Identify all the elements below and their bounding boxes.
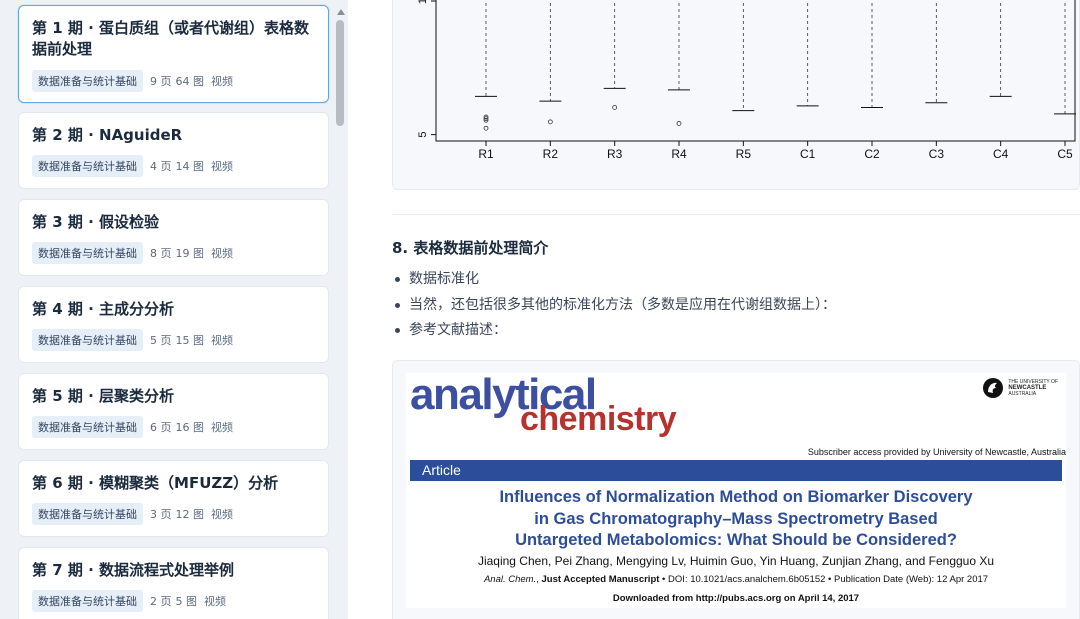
episode-card[interactable]: 第 6 期 · 模糊聚类（MFUZZ）分析数据准备与统计基础 3 页 12 图视频 bbox=[18, 460, 329, 537]
episode-card[interactable]: 第 5 期 · 层聚类分析数据准备与统计基础 6 页 16 图视频 bbox=[18, 373, 329, 450]
university-line3: AUSTRALIA bbox=[1008, 391, 1037, 397]
video-label: 视频 bbox=[204, 595, 226, 608]
main-content: 5 1 R1 R2 R3 R4 R5 C1 C2 C3 C4 C5 8. 表格数据前处理简介 数据标准… bbox=[366, 0, 1080, 619]
page-count: 4 页 bbox=[150, 160, 172, 173]
x-tick-label: C2 bbox=[864, 147, 880, 161]
figure-count: 5 图 bbox=[175, 595, 198, 608]
episode-title: 第 3 期 · 假设检验 bbox=[32, 213, 160, 231]
page-count: 8 页 bbox=[150, 247, 172, 260]
episode-card[interactable]: 第 2 期 · NAguideR 数据准备与统计基础 4 页 14 图视频 bbox=[18, 112, 329, 189]
video-label: 视频 bbox=[211, 75, 233, 88]
boxplot-panel: 5 1 R1 R2 R3 R4 R5 C1 C2 C3 C4 C5 bbox=[392, 0, 1080, 190]
category-badge: 数据准备与统计基础 bbox=[32, 70, 143, 92]
citation-details: • DOI: 10.1021/acs.analchem.6b05152 • Pu… bbox=[659, 574, 989, 585]
page-count: 6 页 bbox=[150, 421, 172, 434]
section-divider bbox=[392, 214, 1080, 215]
paper-title-line: Influences of Normalization Method on Bi… bbox=[499, 488, 973, 506]
paper-title-line: Untargeted Metabolomics: What Should be … bbox=[515, 531, 957, 549]
figure-count: 14 图 bbox=[175, 160, 205, 173]
scroll-up-arrow-icon[interactable] bbox=[337, 9, 345, 15]
episode-title: 第 5 期 · 层聚类分析 bbox=[32, 387, 175, 405]
episode-meta: 数据准备与统计基础 5 页 15 图视频 bbox=[32, 329, 233, 351]
page-count: 2 页 bbox=[150, 595, 172, 608]
x-tick-label: R3 bbox=[607, 147, 623, 161]
scrollbar-thumb[interactable] bbox=[336, 20, 344, 126]
bullet-item: 当然，还包括很多其他的标准化方法（多数是应用在代谢组数据上）： bbox=[392, 294, 836, 320]
newcastle-crest-icon bbox=[983, 378, 1004, 398]
category-badge: 数据准备与统计基础 bbox=[32, 416, 143, 438]
episode-meta: 数据准备与统计基础 8 页 19 图视频 bbox=[32, 242, 233, 264]
figure-count: 64 图 bbox=[175, 75, 205, 88]
figure-count: 15 图 bbox=[175, 334, 205, 347]
y-tick-label: 5 bbox=[417, 132, 429, 138]
figure-count: 16 图 bbox=[175, 421, 205, 434]
outlier-point bbox=[483, 125, 489, 131]
episode-title: 第 1 期 · 蛋白质组（或者代谢组）表格数据前处理 bbox=[32, 19, 310, 58]
category-badge: 数据准备与统计基础 bbox=[32, 242, 143, 264]
category-badge: 数据准备与统计基础 bbox=[32, 329, 143, 351]
page-count: 9 页 bbox=[150, 75, 172, 88]
episode-meta: 数据准备与统计基础 4 页 14 图视频 bbox=[32, 155, 233, 177]
episode-meta: 数据准备与统计基础 9 页 64 图视频 bbox=[32, 70, 233, 92]
article-image-panel: analytical chemistry THE UNIVERSITY OF N… bbox=[392, 360, 1080, 619]
boxplot-chart: 5 1 R1 R2 R3 R4 R5 C1 C2 C3 C4 C5 bbox=[417, 0, 1076, 161]
subscriber-note: Subscriber access provided by University… bbox=[807, 447, 1066, 457]
section-title: 8. 表格数据前处理简介 bbox=[392, 239, 549, 257]
episode-meta: 数据准备与统计基础 3 页 12 图视频 bbox=[32, 503, 233, 525]
episode-title: 第 6 期 · 模糊聚类（MFUZZ）分析 bbox=[32, 474, 279, 492]
y-tick-label: 1 bbox=[417, 0, 429, 4]
outlier-point bbox=[612, 105, 618, 110]
x-tick-label: R1 bbox=[478, 147, 494, 161]
download-note: Downloaded from http://pubs.acs.org on A… bbox=[612, 593, 860, 604]
outlier-point bbox=[547, 119, 553, 125]
episode-title: 第 4 期 · 主成分分析 bbox=[32, 300, 175, 318]
citation-journal: Anal. Chem. bbox=[483, 574, 537, 585]
video-label: 视频 bbox=[211, 421, 233, 434]
episode-meta: 数据准备与统计基础 6 页 16 图视频 bbox=[32, 416, 233, 438]
university-logo: THE UNIVERSITY OF NEWCASTLE AUSTRALIA bbox=[982, 377, 1058, 399]
video-label: 视频 bbox=[211, 334, 233, 347]
episode-card[interactable]: 第 1 期 · 蛋白质组（或者代谢组）表格数据前处理数据准备与统计基础 9 页 64… bbox=[18, 5, 329, 103]
article-screenshot: analytical chemistry THE UNIVERSITY OF N… bbox=[406, 373, 1066, 608]
x-tick-label: R2 bbox=[543, 147, 559, 161]
bullet-item: 数据标准化 bbox=[392, 268, 836, 294]
episode-card[interactable]: 第 4 期 · 主成分分析数据准备与统计基础 5 页 15 图视频 bbox=[18, 286, 329, 363]
video-label: 视频 bbox=[211, 247, 233, 260]
episode-meta: 数据准备与统计基础 2 页5 图视频 bbox=[32, 590, 226, 612]
figure-count: 12 图 bbox=[175, 508, 205, 521]
video-label: 视频 bbox=[211, 508, 233, 521]
bullet-list: 数据标准化 当然，还包括很多其他的标准化方法（多数是应用在代谢组数据上）： 参考… bbox=[392, 268, 836, 345]
paper-citation: Anal. Chem., Just Accepted Manuscript • … bbox=[483, 574, 989, 585]
sidebar: 第 1 期 · 蛋白质组（或者代谢组）表格数据前处理数据准备与统计基础 9 页 64… bbox=[0, 0, 348, 619]
x-tick-label: C3 bbox=[929, 147, 945, 161]
video-label: 视频 bbox=[211, 160, 233, 173]
figure-count: 19 图 bbox=[175, 247, 205, 260]
page-count: 3 页 bbox=[150, 508, 172, 521]
journal-logo-word2: chemistry bbox=[520, 400, 677, 438]
episode-card[interactable]: 第 7 期 · 数据流程式处理举例数据准备与统计基础 2 页5 图视频 bbox=[18, 547, 329, 619]
x-tick-label: C1 bbox=[800, 147, 816, 161]
category-badge: 数据准备与统计基础 bbox=[32, 590, 143, 612]
paper-title-line: in Gas Chromatography–Mass Spectrometry … bbox=[534, 509, 938, 528]
outlier-point bbox=[676, 121, 682, 126]
x-tick-label: R4 bbox=[671, 147, 687, 161]
category-badge: 数据准备与统计基础 bbox=[32, 155, 143, 177]
episode-title: 第 7 期 · 数据流程式处理举例 bbox=[32, 561, 235, 579]
episode-title: 第 2 期 · NAguideR bbox=[32, 126, 183, 144]
article-type-bar: Article bbox=[410, 460, 1062, 481]
x-tick-label: C5 bbox=[1057, 147, 1073, 161]
bullet-item: 参考文献描述： bbox=[392, 319, 836, 345]
category-badge: 数据准备与统计基础 bbox=[32, 503, 143, 525]
x-tick-label: R5 bbox=[736, 147, 752, 161]
page-count: 5 页 bbox=[150, 334, 172, 347]
citation-status: Just Accepted Manuscript bbox=[541, 574, 660, 585]
x-tick-label: C4 bbox=[993, 147, 1009, 161]
paper-authors: Jiaqing Chen, Pei Zhang, Mengying Lv, Hu… bbox=[477, 554, 995, 568]
paper-title: Influences of Normalization Method on Bi… bbox=[406, 487, 1066, 552]
plot-frame bbox=[435, 0, 1076, 142]
episode-card[interactable]: 第 3 期 · 假设检验数据准备与统计基础 8 页 19 图视频 bbox=[18, 199, 329, 276]
